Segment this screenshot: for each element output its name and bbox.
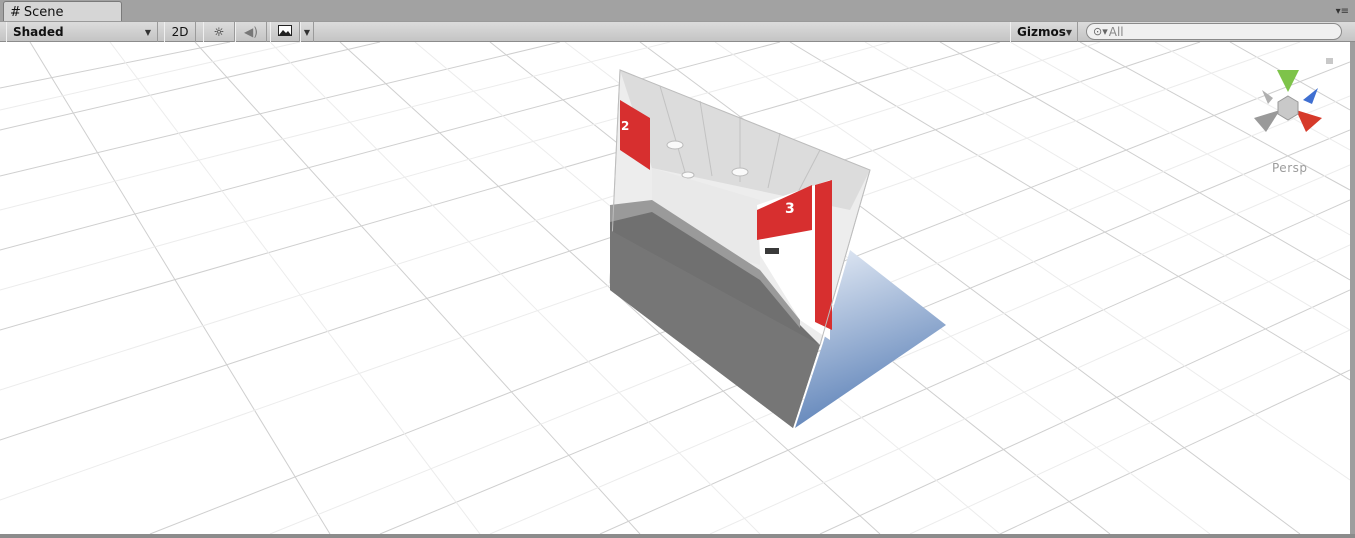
tab-scene[interactable]: # Scene [3, 1, 122, 22]
lighting-toggle-button[interactable]: ☼ [203, 22, 235, 42]
search-icon: ⊙▾ [1093, 25, 1108, 38]
sun-icon: ☼ [213, 25, 225, 39]
gizmos-label: Gizmos [1017, 25, 1066, 39]
window-right-border [1350, 42, 1355, 534]
panel-menu-icon[interactable]: ▾≡ [1336, 7, 1349, 17]
draw-mode-label: Shaded [13, 25, 64, 39]
chevron-down-icon: ▼ [1065, 27, 1072, 37]
orientation-gizmo[interactable] [1254, 70, 1322, 132]
effects-dropdown[interactable]: ▼ [300, 22, 314, 42]
effects-toggle-button[interactable] [270, 22, 300, 42]
chevron-down-icon: ▼ [303, 27, 311, 37]
draw-mode-dropdown[interactable]: Shaded ▼ [6, 22, 158, 42]
scene-toolbar: Shaded ▼ 2D ☼ ◀) ▼ Gizmos ▼ ⊙▾ All [0, 21, 1355, 42]
projection-label[interactable]: Persp [1272, 161, 1308, 175]
lock-icon[interactable] [1326, 58, 1333, 64]
search-placeholder: All [1108, 24, 1124, 39]
search-field[interactable]: ⊙▾ All [1086, 23, 1342, 40]
svg-text:2: 2 [621, 119, 629, 133]
tab-label: Scene [23, 4, 64, 20]
scene-canvas: 2 3 [0, 42, 1350, 534]
window-bottom-border [0, 534, 1355, 538]
grid-hash-icon: # [10, 4, 21, 20]
tab-strip: # Scene ▾≡ [0, 0, 1355, 22]
image-icon [278, 25, 292, 39]
audio-toggle-button[interactable]: ◀) [235, 22, 267, 42]
2d-label: 2D [171, 25, 189, 39]
2d-toggle-button[interactable]: 2D [164, 22, 196, 42]
speaker-icon: ◀) [244, 25, 258, 39]
chevron-down-icon: ▼ [144, 27, 151, 37]
scene-viewport[interactable]: 2 3 Persp [0, 42, 1350, 534]
gizmos-dropdown[interactable]: Gizmos ▼ [1010, 22, 1078, 42]
svg-text:3: 3 [785, 201, 795, 217]
